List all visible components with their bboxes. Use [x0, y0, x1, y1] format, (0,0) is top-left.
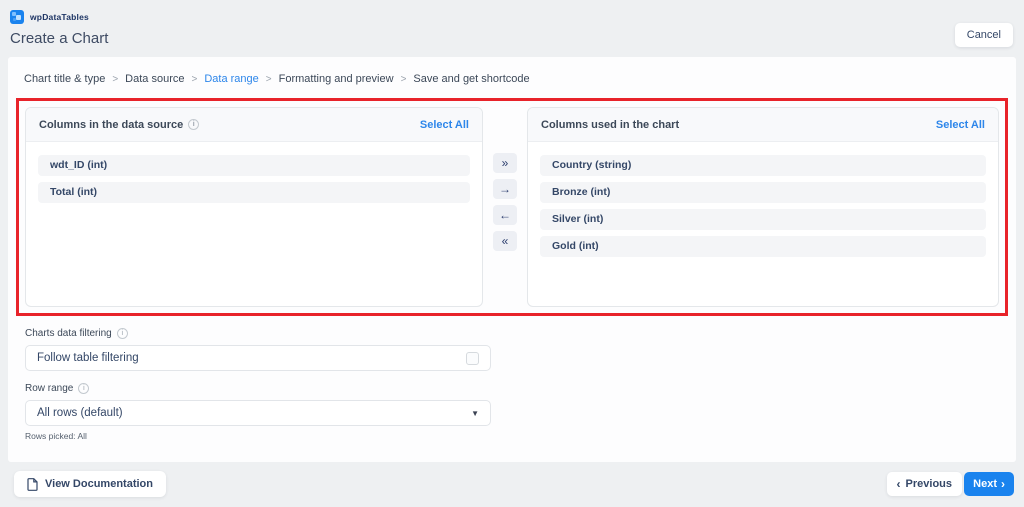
page-title: Create a Chart — [10, 30, 109, 47]
breadcrumb-step-formatting-preview[interactable]: Formatting and preview — [279, 73, 394, 85]
follow-table-filtering-checkbox[interactable] — [466, 351, 479, 365]
wpdatatables-logo-icon — [10, 10, 24, 24]
chart-select-all-link[interactable]: Select All — [936, 119, 985, 131]
previous-label: Previous — [905, 478, 952, 490]
columns-transfer-highlight: Columns in the data source i Select All … — [16, 98, 1008, 316]
breadcrumb-separator: > — [265, 73, 272, 85]
chart-columns-panel-title: Columns used in the chart — [541, 119, 679, 131]
chart-column-item[interactable]: Gold (int) — [540, 236, 986, 257]
row-range-label: Row range i — [25, 383, 1016, 394]
source-columns-title-text: Columns in the data source — [39, 118, 184, 131]
main-card: Chart title & type > Data source > Data … — [8, 57, 1016, 462]
next-label: Next — [973, 478, 997, 490]
source-columns-panel-title: Columns in the data source i — [39, 118, 200, 131]
source-columns-panel: Columns in the data source i Select All … — [25, 107, 483, 307]
cancel-button[interactable]: Cancel — [954, 23, 1013, 47]
brand-name: wpDataTables — [30, 12, 89, 22]
rows-picked-summary: Rows picked: All — [25, 431, 87, 441]
chevron-down-icon: ▼ — [471, 408, 479, 418]
info-icon: i — [116, 328, 128, 339]
row-range-select[interactable]: All rows (default) ▼ — [25, 400, 491, 426]
charts-data-filtering-label-text: Charts data filtering — [25, 328, 112, 339]
brand: wpDataTables — [10, 10, 89, 24]
breadcrumb-step-data-source[interactable]: Data source — [125, 73, 184, 85]
chart-columns-panel: Columns used in the chart Select All Cou… — [527, 107, 999, 307]
transfer-controls: » → ← « — [493, 153, 517, 307]
source-select-all-link[interactable]: Select All — [420, 119, 469, 131]
breadcrumb-step-chart-title-type[interactable]: Chart title & type — [24, 73, 105, 85]
source-column-item[interactable]: Total (int) — [38, 182, 470, 203]
charts-data-filtering-label: Charts data filtering i — [25, 328, 1016, 339]
chart-column-item[interactable]: Bronze (int) — [540, 182, 986, 203]
row-range-selected-value: All rows (default) — [37, 407, 123, 419]
breadcrumb-separator: > — [112, 73, 119, 85]
info-icon: i — [78, 383, 90, 394]
document-icon — [27, 477, 38, 491]
source-columns-panel-header: Columns in the data source i Select All — [26, 108, 482, 142]
view-documentation-button[interactable]: View Documentation — [14, 471, 166, 497]
breadcrumb-separator: > — [400, 73, 407, 85]
chart-columns-panel-header: Columns used in the chart Select All — [528, 108, 998, 142]
next-button[interactable]: Next › — [964, 472, 1014, 496]
info-icon: i — [188, 119, 200, 130]
source-columns-list: wdt_ID (int) Total (int) — [26, 142, 482, 209]
chart-column-item[interactable]: Silver (int) — [540, 209, 986, 230]
footer-bar: View Documentation ‹ Previous Next › — [0, 462, 1024, 507]
breadcrumb-step-data-range[interactable]: Data range — [204, 73, 258, 85]
top-bar: wpDataTables Create a Chart Cancel — [0, 0, 1024, 57]
chevron-left-icon: ‹ — [896, 477, 901, 491]
breadcrumb: Chart title & type > Data source > Data … — [24, 73, 1000, 85]
previous-button[interactable]: ‹ Previous — [886, 472, 962, 496]
view-documentation-label: View Documentation — [45, 478, 153, 490]
breadcrumb-step-save-shortcode[interactable]: Save and get shortcode — [413, 73, 529, 85]
move-right-button[interactable]: → — [493, 179, 517, 199]
source-column-item[interactable]: wdt_ID (int) — [38, 155, 470, 176]
follow-table-filtering-row[interactable]: Follow table filtering — [25, 345, 491, 371]
move-left-button[interactable]: ← — [493, 205, 517, 225]
move-all-left-button[interactable]: « — [493, 231, 517, 251]
chevron-right-icon: › — [1001, 477, 1005, 491]
chart-columns-list: Country (string) Bronze (int) Silver (in… — [528, 142, 998, 263]
follow-table-filtering-label: Follow table filtering — [37, 352, 139, 364]
row-range-label-text: Row range — [25, 383, 74, 394]
move-all-right-button[interactable]: » — [493, 153, 517, 173]
breadcrumb-separator: > — [191, 73, 198, 85]
chart-column-item[interactable]: Country (string) — [540, 155, 986, 176]
chart-columns-title-text: Columns used in the chart — [541, 118, 680, 131]
